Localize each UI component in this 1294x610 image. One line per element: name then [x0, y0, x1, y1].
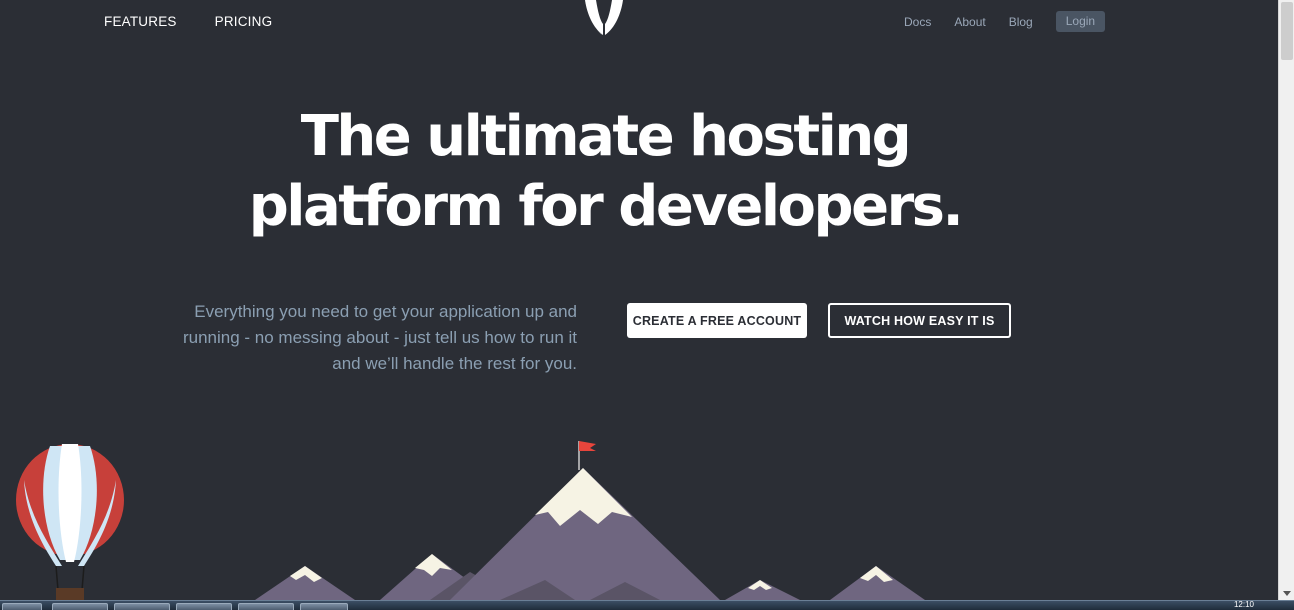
- mountain-right-icon: [725, 566, 925, 600]
- start-button-icon[interactable]: [2, 603, 42, 610]
- os-taskbar: 12:10: [0, 600, 1294, 610]
- nav-docs-link[interactable]: Docs: [904, 15, 931, 29]
- taskbar-app-chrome-icon[interactable]: [176, 603, 232, 610]
- hero-illustration: [16, 441, 925, 600]
- taskbar-clock[interactable]: 12:10: [1234, 601, 1254, 609]
- taskbar-app-window-icon[interactable]: [300, 603, 348, 610]
- taskbar-app-media-icon[interactable]: [238, 603, 294, 610]
- hero-title-line2: platform for developers.: [248, 174, 964, 239]
- primary-nav: FEATURES PRICING: [104, 14, 272, 29]
- scrollbar-thumb[interactable]: [1281, 2, 1293, 60]
- summit-flag-icon: [578, 441, 596, 470]
- watch-video-button[interactable]: WATCH HOW EASY IT IS: [828, 303, 1011, 338]
- mountain-peak-icon: [450, 468, 720, 600]
- logo-icon[interactable]: [582, 0, 626, 36]
- nav-pricing-link[interactable]: PRICING: [215, 14, 273, 29]
- taskbar-app-ie-icon[interactable]: [114, 603, 170, 610]
- vertical-scrollbar[interactable]: [1278, 0, 1294, 600]
- create-account-button[interactable]: CREATE A FREE ACCOUNT: [627, 303, 807, 338]
- hero-title: The ultimate hosting platform for develo…: [0, 102, 1210, 242]
- hero-tagline: Everything you need to get your applicat…: [182, 302, 577, 373]
- nav-blog-link[interactable]: Blog: [1009, 15, 1033, 29]
- mountain-left-icon: [255, 566, 355, 600]
- login-button[interactable]: Login: [1055, 11, 1106, 32]
- nav-features-link[interactable]: FEATURES: [104, 14, 177, 29]
- secondary-nav: Docs About Blog Login: [904, 11, 1128, 32]
- scroll-down-arrow-icon[interactable]: [1283, 591, 1291, 596]
- hot-air-balloon-icon: [16, 444, 124, 600]
- nav-about-link[interactable]: About: [954, 15, 985, 29]
- hero-title-line1: The ultimate hosting: [300, 104, 912, 169]
- taskbar-app-explorer-icon[interactable]: [52, 603, 108, 610]
